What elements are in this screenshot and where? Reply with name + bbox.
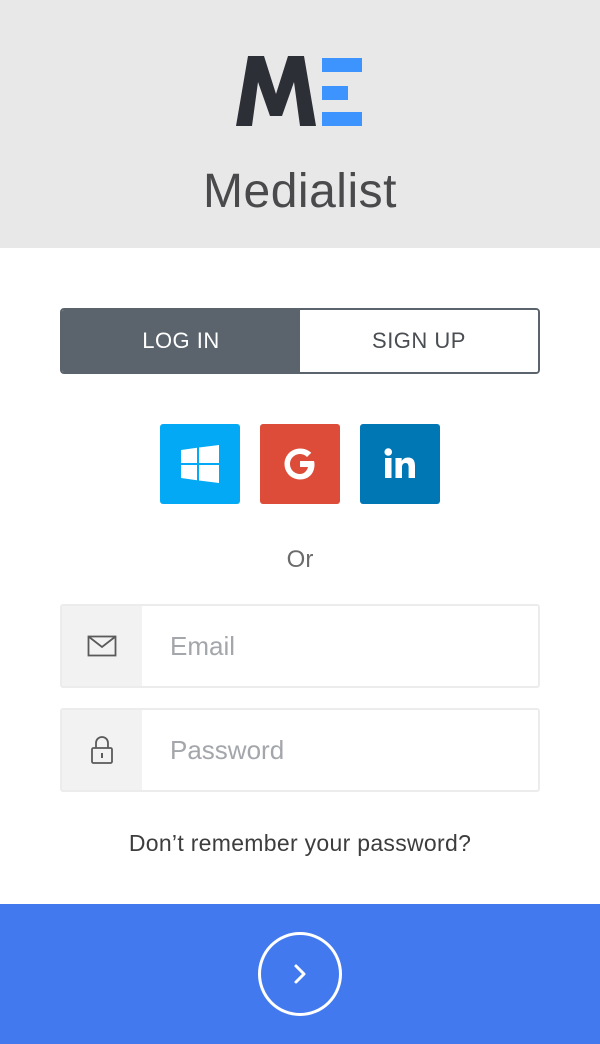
auth-tabs: LOG IN SIGN UP: [60, 308, 540, 374]
google-icon: [284, 448, 315, 480]
tab-sign-up[interactable]: SIGN UP: [300, 310, 538, 372]
app-name: Medialist: [203, 165, 397, 218]
tab-log-in[interactable]: LOG IN: [62, 310, 300, 372]
linkedin-login-button[interactable]: [360, 424, 440, 504]
submit-button[interactable]: [258, 932, 342, 1016]
forgot-password-link[interactable]: Don’t remember your password?: [0, 830, 600, 857]
footer-bar: [0, 904, 600, 1044]
google-login-button[interactable]: [260, 424, 340, 504]
envelope-icon: [87, 635, 117, 657]
password-field: [60, 708, 540, 792]
windows-icon: [181, 445, 219, 483]
password-input[interactable]: [142, 710, 538, 790]
lock-icon: [91, 736, 113, 764]
email-icon-box: [62, 606, 142, 686]
windows-login-button[interactable]: [160, 424, 240, 504]
chevron-right-icon: [294, 964, 306, 984]
email-input[interactable]: [142, 606, 538, 686]
linkedin-icon: [384, 448, 415, 478]
medialist-logo: [236, 56, 362, 126]
or-divider: Or: [286, 546, 314, 573]
email-field: [60, 604, 540, 688]
header: Medialist: [0, 0, 600, 248]
password-icon-box: [62, 710, 142, 790]
